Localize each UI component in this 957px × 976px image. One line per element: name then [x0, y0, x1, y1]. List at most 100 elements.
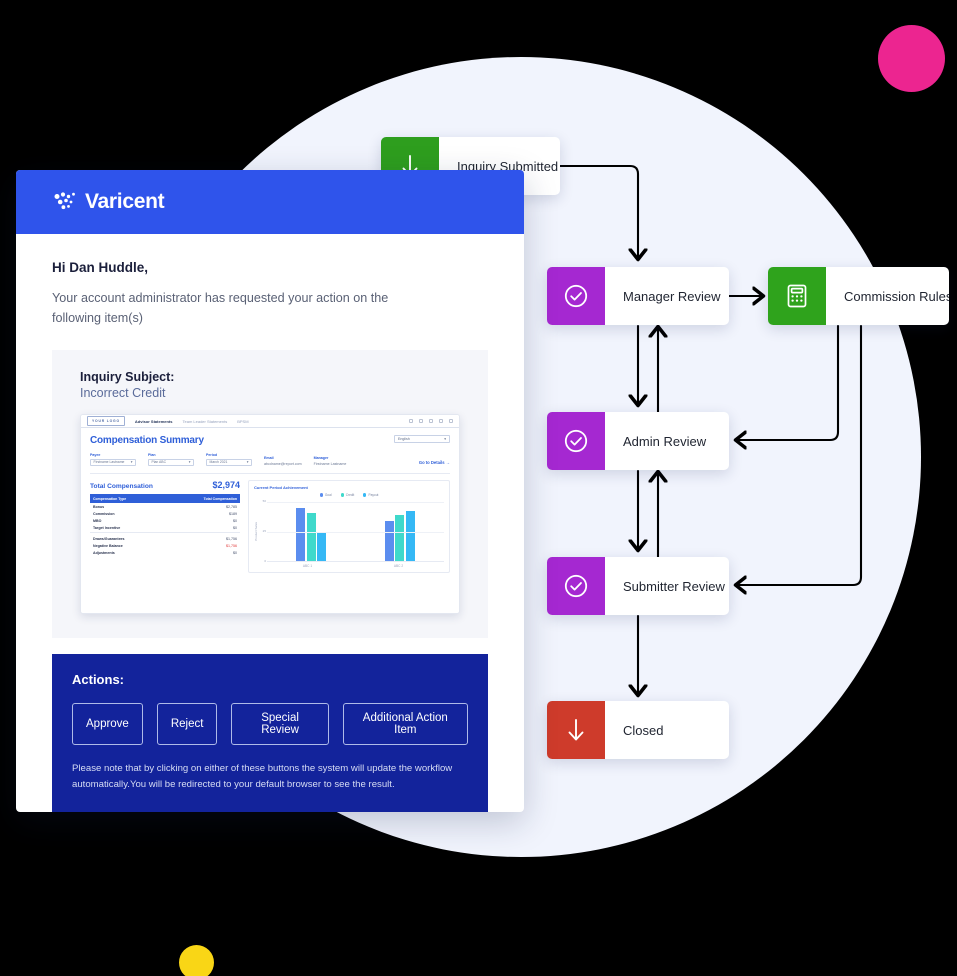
flow-node-manager-review[interactable]: Manager Review: [547, 267, 729, 325]
x-tick: ABC 1: [302, 564, 313, 569]
filter-period: Period March 2021 ▾: [206, 453, 252, 467]
field-manager-label: Manager: [313, 455, 329, 460]
row-type: Adjustments: [93, 551, 115, 556]
filter-plan-label: Plan: [148, 453, 156, 458]
email-header: Varicent: [16, 170, 524, 234]
total-compensation-panel: Total Compensation $2,974 Compensation T…: [90, 480, 240, 573]
varicent-logo-text: Varicent: [85, 190, 165, 213]
check-circle-icon: [547, 557, 605, 615]
actions-title: Actions:: [72, 672, 124, 688]
filter-plan-select[interactable]: Plan ABC ▾: [148, 458, 194, 467]
chart-title: Current Period Achievement: [254, 485, 308, 491]
chart-y-axis-title: Product Sales: [254, 521, 258, 541]
total-compensation-label: Total Compensation: [90, 483, 153, 491]
table-row: Draws/Guarantees $1,756: [90, 531, 240, 543]
flow-node-label: Manager Review: [623, 288, 721, 304]
check-circle-icon: [547, 412, 605, 470]
row-amount: $0: [233, 526, 237, 531]
bell-icon[interactable]: [429, 419, 433, 424]
dashboard-page-title: Compensation Summary: [90, 435, 204, 447]
dashboard-nav-icons: [409, 419, 453, 424]
legend-swatch: [363, 493, 367, 497]
legend-swatch: [319, 493, 323, 497]
dashboard-main: Compensation Summary English ▾ Payee Fir…: [81, 428, 459, 574]
dashboard-nav-advisor-statements[interactable]: Advisor Statements: [135, 419, 173, 424]
row-amount: $1,756: [226, 543, 237, 548]
chart-bars-area: [267, 500, 444, 563]
filter-payee-label: Payee: [90, 453, 101, 458]
yellow-dot-decoration: [179, 945, 214, 976]
email-greeting: Hi Dan Huddle,: [52, 260, 149, 275]
row-amount: $2,785: [226, 504, 237, 509]
table-header-row: Compensation Type Total Compensation: [90, 494, 240, 504]
filter-period-value: March 2021: [209, 460, 228, 465]
flow-node-closed[interactable]: Closed: [547, 701, 729, 759]
inquiry-panel: Inquiry Subject: Incorrect Credit YOUR L…: [52, 350, 488, 639]
dashboard-nav-team-leader-statements[interactable]: Team Leader Statements: [183, 419, 228, 424]
dashboard-filters: Payee Firstname Lastname ▾ Plan Plan ABC: [90, 453, 450, 467]
bar-payout: [317, 532, 327, 562]
field-email-value: abcdname@report.com: [264, 462, 302, 467]
email-preview-card: Varicent Hi Dan Huddle, Your account adm…: [16, 170, 524, 812]
approve-button[interactable]: Approve: [72, 703, 143, 746]
row-type: Negative Balance: [93, 543, 123, 548]
table-row: MBO $0: [90, 517, 240, 524]
chart-x-labels: ABC 1 ABC 2: [262, 564, 444, 568]
total-compensation-row: Total Compensation $2,974: [90, 480, 240, 490]
field-manager: Manager Firstname Lastname: [314, 456, 347, 467]
chevron-down-icon: ▾: [444, 437, 446, 442]
row-type: Draws/Guarantees: [90, 531, 165, 543]
table-row: Target Incentive $0: [90, 525, 240, 533]
achievement-chart-panel: Current Period Achievement Goal Credit P…: [248, 480, 450, 574]
bar-payout: [405, 511, 415, 562]
flow-node-admin-review[interactable]: Admin Review: [547, 412, 729, 470]
x-tick: ABC 2: [393, 564, 404, 569]
compensation-dashboard-screenshot: YOUR LOGO Advisor Statements Team Leader…: [80, 414, 460, 615]
language-select[interactable]: English ▾: [394, 435, 450, 444]
row-type: Commission: [93, 511, 115, 516]
table-row: Bonus $2,785: [90, 503, 240, 510]
flow-node-commission-rules[interactable]: Commission Rules: [768, 267, 949, 325]
dashboard-lower: Total Compensation $2,974 Compensation T…: [90, 480, 450, 574]
action-buttons-row: Approve Reject Special Review Additional…: [72, 703, 468, 746]
total-compensation-value: $2,974: [212, 480, 240, 491]
filter-plan: Plan Plan ABC ▾: [148, 453, 194, 467]
row-type: MBO: [93, 519, 102, 523]
user-icon[interactable]: [439, 419, 443, 424]
bar-credit: [395, 514, 405, 562]
go-to-details-link[interactable]: Go to Details →: [419, 460, 450, 466]
divider: [90, 473, 450, 475]
dashboard-topnav: YOUR LOGO Advisor Statements Team Leader…: [81, 415, 459, 429]
chart-plot: Product Sales 50 25 0: [254, 499, 444, 563]
filter-payee: Payee Firstname Lastname ▾: [90, 453, 136, 467]
flow-node-label: Submitter Review: [623, 578, 725, 594]
dashboard-nav-bpsm[interactable]: BPSM: [237, 419, 248, 424]
help-icon[interactable]: [449, 419, 453, 424]
y-tick: 50: [262, 499, 266, 504]
dashboard-title-row: Compensation Summary English ▾: [90, 435, 450, 446]
additional-action-item-button[interactable]: Additional Action Item: [342, 703, 468, 746]
inquiry-subject-value: Incorrect Credit: [80, 386, 166, 401]
grid-icon[interactable]: [419, 419, 423, 424]
dashboard-logo: YOUR LOGO: [87, 416, 125, 427]
chevron-down-icon: ▾: [188, 460, 191, 465]
reject-button[interactable]: Reject: [156, 703, 218, 746]
filter-payee-select[interactable]: Firstname Lastname ▾: [90, 458, 136, 467]
filter-period-label: Period: [206, 453, 218, 458]
special-review-button[interactable]: Special Review: [231, 703, 329, 746]
table-row: Adjustments $0: [90, 550, 240, 557]
language-select-value: English: [398, 437, 410, 442]
flow-node-submitter-review[interactable]: Submitter Review: [547, 557, 729, 615]
document-icon[interactable]: [409, 419, 413, 424]
row-type: Bonus: [93, 504, 105, 509]
gridline: [267, 532, 444, 533]
table-header-type: Compensation Type: [90, 494, 165, 504]
chart-legend: Goal Credit Payout: [254, 493, 444, 497]
gridline: [267, 502, 444, 503]
row-type: Target Incentive: [93, 526, 121, 531]
calculator-icon: [768, 267, 826, 325]
actions-panel: Actions: Approve Reject Special Review A…: [52, 654, 488, 812]
table-row: Commission $189: [90, 510, 240, 517]
bar-goal: [384, 521, 394, 562]
filter-period-select[interactable]: March 2021 ▾: [206, 458, 252, 467]
